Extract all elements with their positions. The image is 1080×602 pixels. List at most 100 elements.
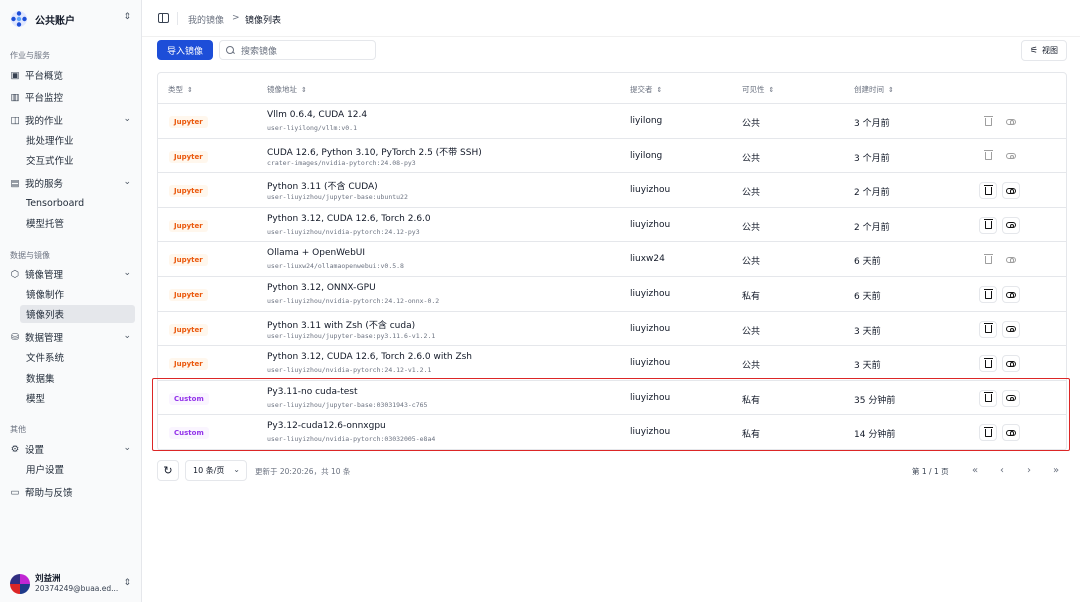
table-header: 类型 ⇕ 镜像地址 ⇕ 提交者 ⇕ 可见性 ⇕ 创建时间 ⇕ (158, 73, 1066, 104)
divider (177, 12, 178, 25)
next-page-button[interactable]: › (1019, 461, 1039, 480)
created-time: 2 个月前 (854, 188, 890, 199)
delete-button[interactable] (979, 182, 997, 200)
prev-page-button[interactable]: ‹ (992, 461, 1012, 480)
table-row[interactable]: Jupyter Python 3.11 with Zsh (不含 cuda) use… (158, 312, 1066, 347)
nav-jobs[interactable]: ◫ 我的作业 ⌄ (10, 111, 135, 129)
delete-button[interactable] (979, 251, 997, 269)
table-row[interactable]: Jupyter Python 3.11 (不含 CUDA) user-liuyizh… (158, 173, 1066, 208)
sort-icon: ⇕ (888, 86, 894, 94)
toggle-button[interactable] (1002, 355, 1020, 373)
topbar: 我的镜像 > 镜像列表 (142, 0, 1080, 37)
avatar (10, 574, 30, 594)
chevron-down-icon: ⌄ (233, 465, 240, 474)
table-row[interactable]: Jupyter Python 3.12, CUDA 12.6, Torch 2.6… (158, 346, 1066, 381)
view-label: 视图 (1042, 46, 1059, 55)
visibility: 公共 (742, 119, 761, 129)
type-badge: Jupyter (169, 116, 208, 128)
table-row[interactable]: Jupyter Python 3.12, CUDA 12.6, Torch 2.6… (158, 208, 1066, 243)
table-row[interactable]: Jupyter CUDA 12.6, Python 3.10, PyTorch 2… (158, 139, 1066, 174)
user-menu[interactable]: 刘益洲 20374249@buaa.ed... ⇕ (10, 572, 135, 596)
nav-model[interactable]: 模型 (26, 389, 45, 407)
trash-icon (983, 323, 993, 334)
page-size-select[interactable]: 10 条/页 ⌄ (185, 460, 247, 481)
delete-button[interactable] (979, 286, 997, 303)
delete-button[interactable] (979, 113, 997, 130)
nav-services[interactable]: ▤ 我的服务 ⌄ (10, 174, 135, 192)
breadcrumb-parent[interactable]: 我的镜像 (188, 13, 224, 26)
table-row[interactable]: Jupyter Ollama + OpenWebUI user-liuxw24/ol… (158, 242, 1066, 277)
services-icon: ▤ (10, 177, 20, 189)
chart-icon: ▥ (10, 91, 20, 103)
section-other: 其他 (10, 425, 26, 434)
nav-settings[interactable]: ⚙ 设置 ⌄ (10, 440, 135, 458)
chevron-right-icon: > (232, 13, 240, 23)
toggle-button[interactable] (1002, 147, 1020, 165)
chevron-down-icon: ⌄ (123, 443, 131, 453)
nav-overview-label: 平台概览 (25, 71, 64, 82)
header-visibility[interactable]: 可见性 ⇕ (742, 84, 774, 95)
header-type[interactable]: 类型 ⇕ (168, 84, 193, 95)
chevron-down-icon: ⌄ (123, 177, 131, 187)
nav-image-list[interactable]: 镜像列表 (20, 305, 135, 323)
nav-help[interactable]: ▭ 帮助与反馈 (10, 483, 135, 501)
refresh-button[interactable]: ↻ (157, 460, 179, 481)
user-email: 20374249@buaa.ed... (35, 584, 119, 593)
sort-icon: ⇕ (187, 86, 193, 94)
nav-tensorboard[interactable]: Tensorboard (26, 194, 84, 212)
nav-model-hosting[interactable]: 模型托管 (26, 214, 64, 232)
header-address[interactable]: 镜像地址 ⇕ (267, 84, 307, 95)
first-page-button[interactable]: « (965, 461, 985, 480)
delete-button[interactable] (979, 216, 997, 234)
type-badge: Jupyter (169, 323, 208, 336)
delete-button[interactable] (979, 320, 997, 338)
chevron-right-icon: › (1027, 465, 1031, 476)
toggle-button[interactable] (1002, 251, 1020, 269)
nav-interactive[interactable]: 交互式作业 (26, 151, 74, 169)
nav-overview[interactable]: ▣ 平台概览 (10, 66, 135, 84)
toggle-button[interactable] (1002, 216, 1020, 234)
image-name: Python 3.12, CUDA 12.6, Torch 2.6.0 with… (267, 352, 473, 363)
nav-image-mgmt[interactable]: ⬡ 镜像管理 ⌄ (10, 265, 135, 283)
image-address: user-liuyizhou/nvidia-pytorch:24.12-v1.2… (267, 366, 432, 375)
sidebar-toggle-icon[interactable] (158, 13, 169, 23)
table-row[interactable]: Jupyter Python 3.12, ONNX-GPU user-liuyizh… (158, 277, 1066, 312)
import-image-button[interactable]: 导入镜像 (157, 40, 213, 60)
toggle-button[interactable] (1002, 113, 1020, 130)
nav-dataset[interactable]: 数据集 (26, 369, 55, 387)
delete-button[interactable] (979, 147, 997, 165)
view-button[interactable]: ⚟ 视图 (1021, 40, 1067, 61)
trash-icon (983, 184, 993, 195)
nav-file-system[interactable]: 文件系统 (26, 348, 64, 366)
type-badge: Jupyter (169, 289, 208, 301)
search-input[interactable]: 搜索镜像 (219, 40, 376, 60)
toggle-icon (1006, 153, 1016, 160)
toggle-icon (1006, 118, 1016, 125)
chevron-up-down-icon: ⇕ (123, 12, 131, 22)
nav-monitor[interactable]: ▥ 平台监控 (10, 88, 135, 106)
toggle-button[interactable] (1002, 286, 1020, 303)
toggle-button[interactable] (1002, 182, 1020, 200)
chevron-up-down-icon: ⇕ (123, 578, 131, 588)
submitter: liuyizhou (630, 323, 671, 334)
image-address: user-liuxw24/ollamaopenwebui:v0.5.8 (267, 262, 404, 271)
header-address-label: 镜像地址 (267, 85, 297, 94)
image-address: user-liuyizhou/jupyter-base:py3.11.6-v1.… (267, 331, 436, 340)
nav-image-build[interactable]: 镜像制作 (26, 285, 64, 303)
created-time: 6 天前 (854, 292, 881, 302)
toggle-button[interactable] (1002, 320, 1020, 338)
nav-data-mgmt[interactable]: ⛁ 数据管理 ⌄ (10, 328, 135, 346)
account-switcher[interactable]: 公共账户 ⇕ (10, 8, 135, 30)
chevron-down-icon: ⌄ (123, 331, 131, 341)
nav-batch[interactable]: 批处理作业 (26, 131, 74, 149)
header-created[interactable]: 创建时间 ⇕ (854, 84, 894, 95)
update-status: 更新于 20:20:26，共 10 条 (255, 467, 351, 476)
header-submitter[interactable]: 提交者 ⇕ (630, 84, 662, 95)
last-page-button[interactable]: » (1046, 461, 1066, 480)
nav-user-settings[interactable]: 用户设置 (26, 460, 64, 478)
visibility: 私有 (742, 292, 761, 302)
delete-button[interactable] (979, 355, 997, 373)
toggle-icon (1006, 222, 1016, 229)
submitter: liuyizhou (630, 358, 671, 369)
table-row[interactable]: Jupyter Vllm 0.6.4, CUDA 12.4 user-liyilon… (158, 104, 1066, 139)
